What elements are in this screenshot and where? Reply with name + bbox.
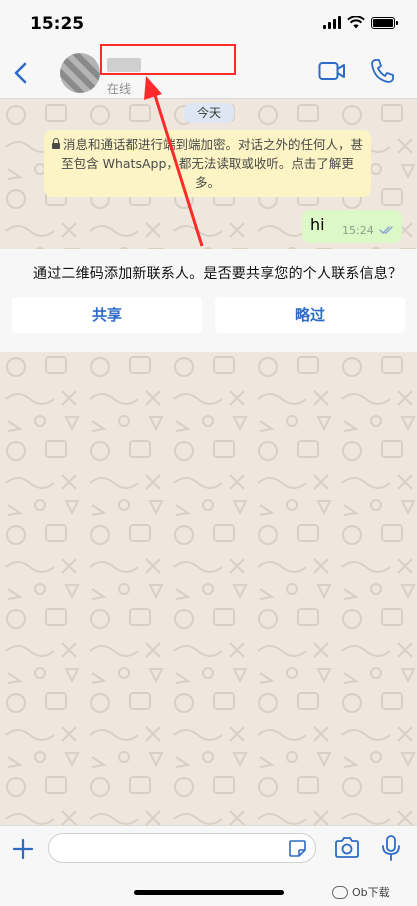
skip-button[interactable]: 略过 <box>215 297 405 333</box>
double-check-icon <box>379 226 393 234</box>
share-contact-prompt: 通过二维码添加新联系人。是否要共享您的个人联系信息？ <box>33 266 403 282</box>
outgoing-message[interactable]: hi 15:24 <box>302 210 402 243</box>
message-input[interactable] <box>48 833 316 863</box>
wechat-icon <box>332 885 348 899</box>
watermark-text: Ob下载 <box>352 886 390 899</box>
battery-icon <box>371 16 398 29</box>
watermark: Ob下载 <box>332 884 390 900</box>
status-bar: 15:25 <box>0 0 417 48</box>
share-button[interactable]: 共享 <box>12 297 202 333</box>
message-text: hi <box>310 215 325 234</box>
sticker-icon[interactable] <box>288 839 307 858</box>
lock-icon <box>52 138 60 149</box>
annotation-highlight-box <box>100 44 236 75</box>
status-icons <box>323 16 398 29</box>
wifi-icon <box>347 16 365 29</box>
microphone-icon[interactable] <box>381 835 401 861</box>
camera-icon[interactable] <box>334 837 360 858</box>
video-call-icon[interactable] <box>318 60 346 82</box>
share-contact-banner: 通过二维码添加新联系人。是否要共享您的个人联系信息？ 共享 略过 <box>0 249 417 352</box>
signal-icon <box>323 16 341 29</box>
message-time: 15:24 <box>342 224 374 237</box>
date-label: 今天 <box>184 103 234 123</box>
doodle-wallpaper <box>0 99 417 825</box>
chat-area[interactable]: 今天 消息和通话都进行端到端加密。对话之外的任何人，甚至包含 WhatsApp，… <box>0 99 417 825</box>
contact-status: 在线 <box>107 82 132 96</box>
encryption-notice-text: 消息和通话都进行端到端加密。对话之外的任何人，甚至包含 WhatsApp，都无法… <box>61 137 364 190</box>
phone-call-icon[interactable] <box>370 58 394 84</box>
back-chevron-icon[interactable] <box>8 58 36 88</box>
plus-icon[interactable] <box>12 838 34 860</box>
encryption-notice[interactable]: 消息和通话都进行端到端加密。对话之外的任何人，甚至包含 WhatsApp，都无法… <box>44 130 371 197</box>
status-time: 15:25 <box>30 14 85 34</box>
composer-bar: Ob下载 <box>0 825 417 906</box>
home-indicator <box>134 890 284 895</box>
contact-avatar[interactable] <box>60 53 100 93</box>
